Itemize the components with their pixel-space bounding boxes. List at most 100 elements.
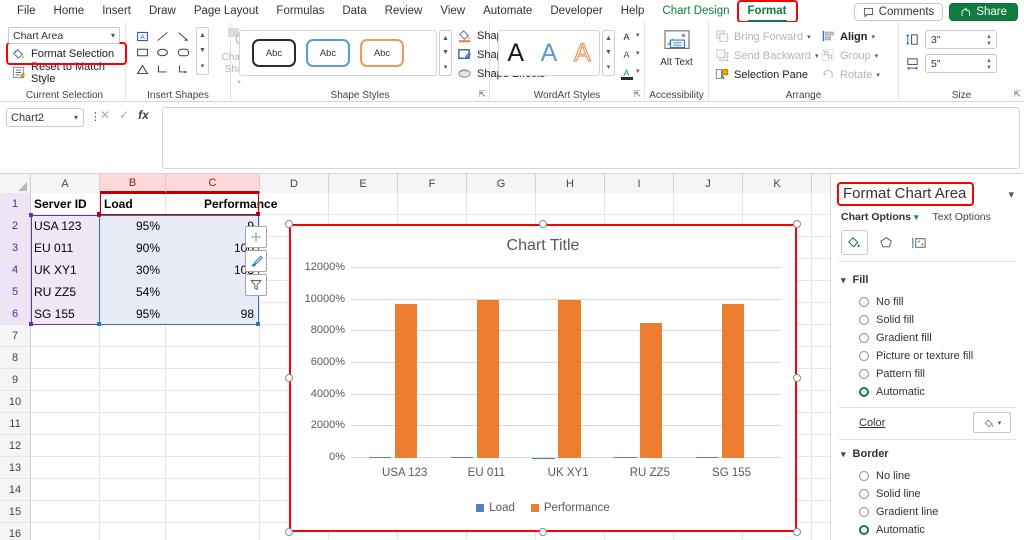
elbow-arrow-connector-icon[interactable] [177, 63, 190, 78]
scroll-down-icon[interactable]: ▼ [199, 47, 206, 54]
formula-input[interactable] [162, 107, 1020, 169]
column-header-h[interactable]: H [536, 174, 605, 193]
chevron-down-icon[interactable]: ▾ [636, 67, 640, 75]
wordart-preview-blue[interactable]: A [541, 40, 558, 66]
chart-plot-area[interactable]: 0% 2000% 4000% 6000% 8000% 10000% 12000%… [305, 261, 781, 479]
shape-gallery[interactable]: A [132, 29, 194, 79]
bar-load-usa-123[interactable] [369, 456, 392, 458]
pane-fill-line-tab[interactable] [841, 230, 868, 255]
textbox-shape-icon[interactable]: A [136, 30, 149, 45]
chevron-down-icon[interactable]: ▾ [914, 212, 919, 223]
column-header-d[interactable]: D [260, 174, 329, 193]
shape-style-gallery[interactable]: Abc Abc Abc [239, 30, 437, 76]
tab-insert[interactable]: Insert [93, 2, 140, 21]
chart-handle-bottom-left[interactable] [285, 528, 293, 536]
bring-forward-button[interactable]: Bring Forward ▾ [715, 27, 819, 46]
chevron-down-icon[interactable]: ▾ [875, 52, 879, 60]
tab-file[interactable]: File [8, 2, 45, 21]
radio-icon[interactable] [859, 507, 869, 517]
rotate-button[interactable]: Rotate ▾ [821, 65, 880, 84]
reset-to-match-style-button[interactable]: Reset to Match Style [8, 61, 125, 85]
column-header-c[interactable]: C [166, 174, 260, 193]
row-header-6[interactable]: 6 [0, 303, 30, 325]
tab-draw[interactable]: Draw [140, 2, 185, 21]
chevron-down-icon[interactable]: ▾ [636, 49, 640, 57]
fill-option-automatic[interactable]: Automatic [859, 386, 925, 398]
scroll-up-icon[interactable]: ▲ [442, 35, 449, 42]
chart-styles-button[interactable] [245, 250, 267, 272]
bar-load-sg-155[interactable] [695, 456, 719, 458]
fill-option-pattern-fill[interactable]: Pattern fill [859, 368, 925, 380]
triangle-shape-icon[interactable] [136, 63, 149, 78]
fill-option-no-fill[interactable]: No fill [859, 296, 904, 308]
send-backward-button[interactable]: Send Backward ▾ [715, 46, 819, 65]
tab-review[interactable]: Review [376, 2, 432, 21]
radio-icon[interactable] [859, 489, 869, 499]
tab-view[interactable]: View [431, 2, 474, 21]
row-header-16[interactable]: 16 [0, 523, 30, 540]
row-header-3[interactable]: 3 [0, 237, 30, 259]
chart-handle-top-right[interactable] [793, 220, 801, 228]
insert-function-icon[interactable]: fx [138, 108, 149, 122]
chevron-down-icon[interactable]: ▾ [876, 71, 880, 79]
chevron-down-icon[interactable]: ▾ [841, 275, 846, 286]
column-header-k[interactable]: K [743, 174, 812, 193]
row-header-13[interactable]: 13 [0, 457, 30, 479]
row-header-2[interactable]: 2 [0, 215, 30, 237]
row-header-9[interactable]: 9 [0, 369, 30, 391]
row-header-11[interactable]: 11 [0, 413, 30, 435]
wordart-gallery-scroll[interactable]: ▲ ▼ ▾ [602, 30, 615, 76]
radio-icon[interactable] [859, 297, 869, 307]
tab-data[interactable]: Data [333, 2, 375, 21]
pane-tab-chart-options[interactable]: Chart Options ▾ [841, 211, 919, 223]
chart-handle-middle-right[interactable] [793, 374, 801, 382]
fill-option-solid-fill[interactable]: Solid fill [859, 314, 914, 326]
radio-icon-selected[interactable] [859, 387, 869, 397]
shape-style-preview-blue[interactable]: Abc [306, 39, 350, 67]
chevron-down-icon[interactable]: ▾ [998, 419, 1002, 427]
chart-handle-middle-left[interactable] [285, 374, 293, 382]
tab-developer[interactable]: Developer [541, 2, 611, 21]
pane-tab-text-options[interactable]: Text Options [933, 211, 991, 223]
bar-load-ru-zz5[interactable] [614, 457, 637, 458]
legend-item-performance[interactable]: Performance [530, 502, 610, 514]
row-header-4[interactable]: 4 [0, 259, 30, 281]
fill-option-gradient-fill[interactable]: Gradient fill [859, 332, 932, 344]
chevron-down-icon[interactable]: ▾ [74, 113, 78, 122]
scroll-down-icon[interactable]: ▼ [442, 49, 449, 56]
column-header-i[interactable]: I [605, 174, 674, 193]
legend-item-load[interactable]: Load [476, 502, 515, 514]
enter-checkmark-icon[interactable]: ✓ [119, 108, 129, 122]
fill-color-picker-button[interactable]: ▾ [973, 412, 1011, 433]
radio-icon[interactable] [859, 333, 869, 343]
chevron-down-icon[interactable]: ▾ [636, 31, 640, 39]
arrow-shape-icon[interactable] [177, 30, 190, 45]
chevron-down-icon[interactable]: ▾ [872, 33, 876, 41]
bar-load-eu-011[interactable] [450, 456, 474, 458]
radio-icon[interactable] [859, 369, 869, 379]
shape-height-stepper[interactable]: ▲ ▼ [986, 31, 992, 50]
elbow-connector-icon[interactable] [156, 63, 169, 78]
tab-automate[interactable]: Automate [474, 2, 541, 21]
tab-chart-design[interactable]: Chart Design [653, 2, 738, 21]
border-option-no-line[interactable]: No line [859, 470, 910, 482]
border-option-solid-line[interactable]: Solid line [859, 488, 921, 500]
column-header-b[interactable]: B [100, 174, 166, 193]
column-header-e[interactable]: E [329, 174, 398, 193]
fill-option-picture-or-texture-fill[interactable]: Picture or texture fill [859, 350, 973, 362]
column-header-a[interactable]: A [31, 174, 100, 193]
row-header-1[interactable]: 1 [0, 193, 30, 215]
rounded-rectangle-shape-icon[interactable] [177, 46, 190, 61]
gallery-more-icon[interactable]: ▾ [444, 63, 448, 71]
stepper-down-icon[interactable]: ▼ [986, 41, 992, 48]
row-header-12[interactable]: 12 [0, 435, 30, 457]
shape-gallery-scroll[interactable]: ▲ ▼ ▾ [196, 27, 209, 75]
column-header-j[interactable]: J [674, 174, 743, 193]
size-dialog-launcher-icon[interactable]: ⇱ [1013, 89, 1021, 100]
share-button[interactable]: Share [949, 3, 1018, 21]
tab-home[interactable]: Home [45, 2, 94, 21]
bar-performance-uk-xy1[interactable] [558, 299, 581, 458]
selection-dropdown[interactable]: Chart Area ▾ [8, 27, 120, 44]
row-header-14[interactable]: 14 [0, 479, 30, 501]
radio-icon[interactable] [859, 471, 869, 481]
